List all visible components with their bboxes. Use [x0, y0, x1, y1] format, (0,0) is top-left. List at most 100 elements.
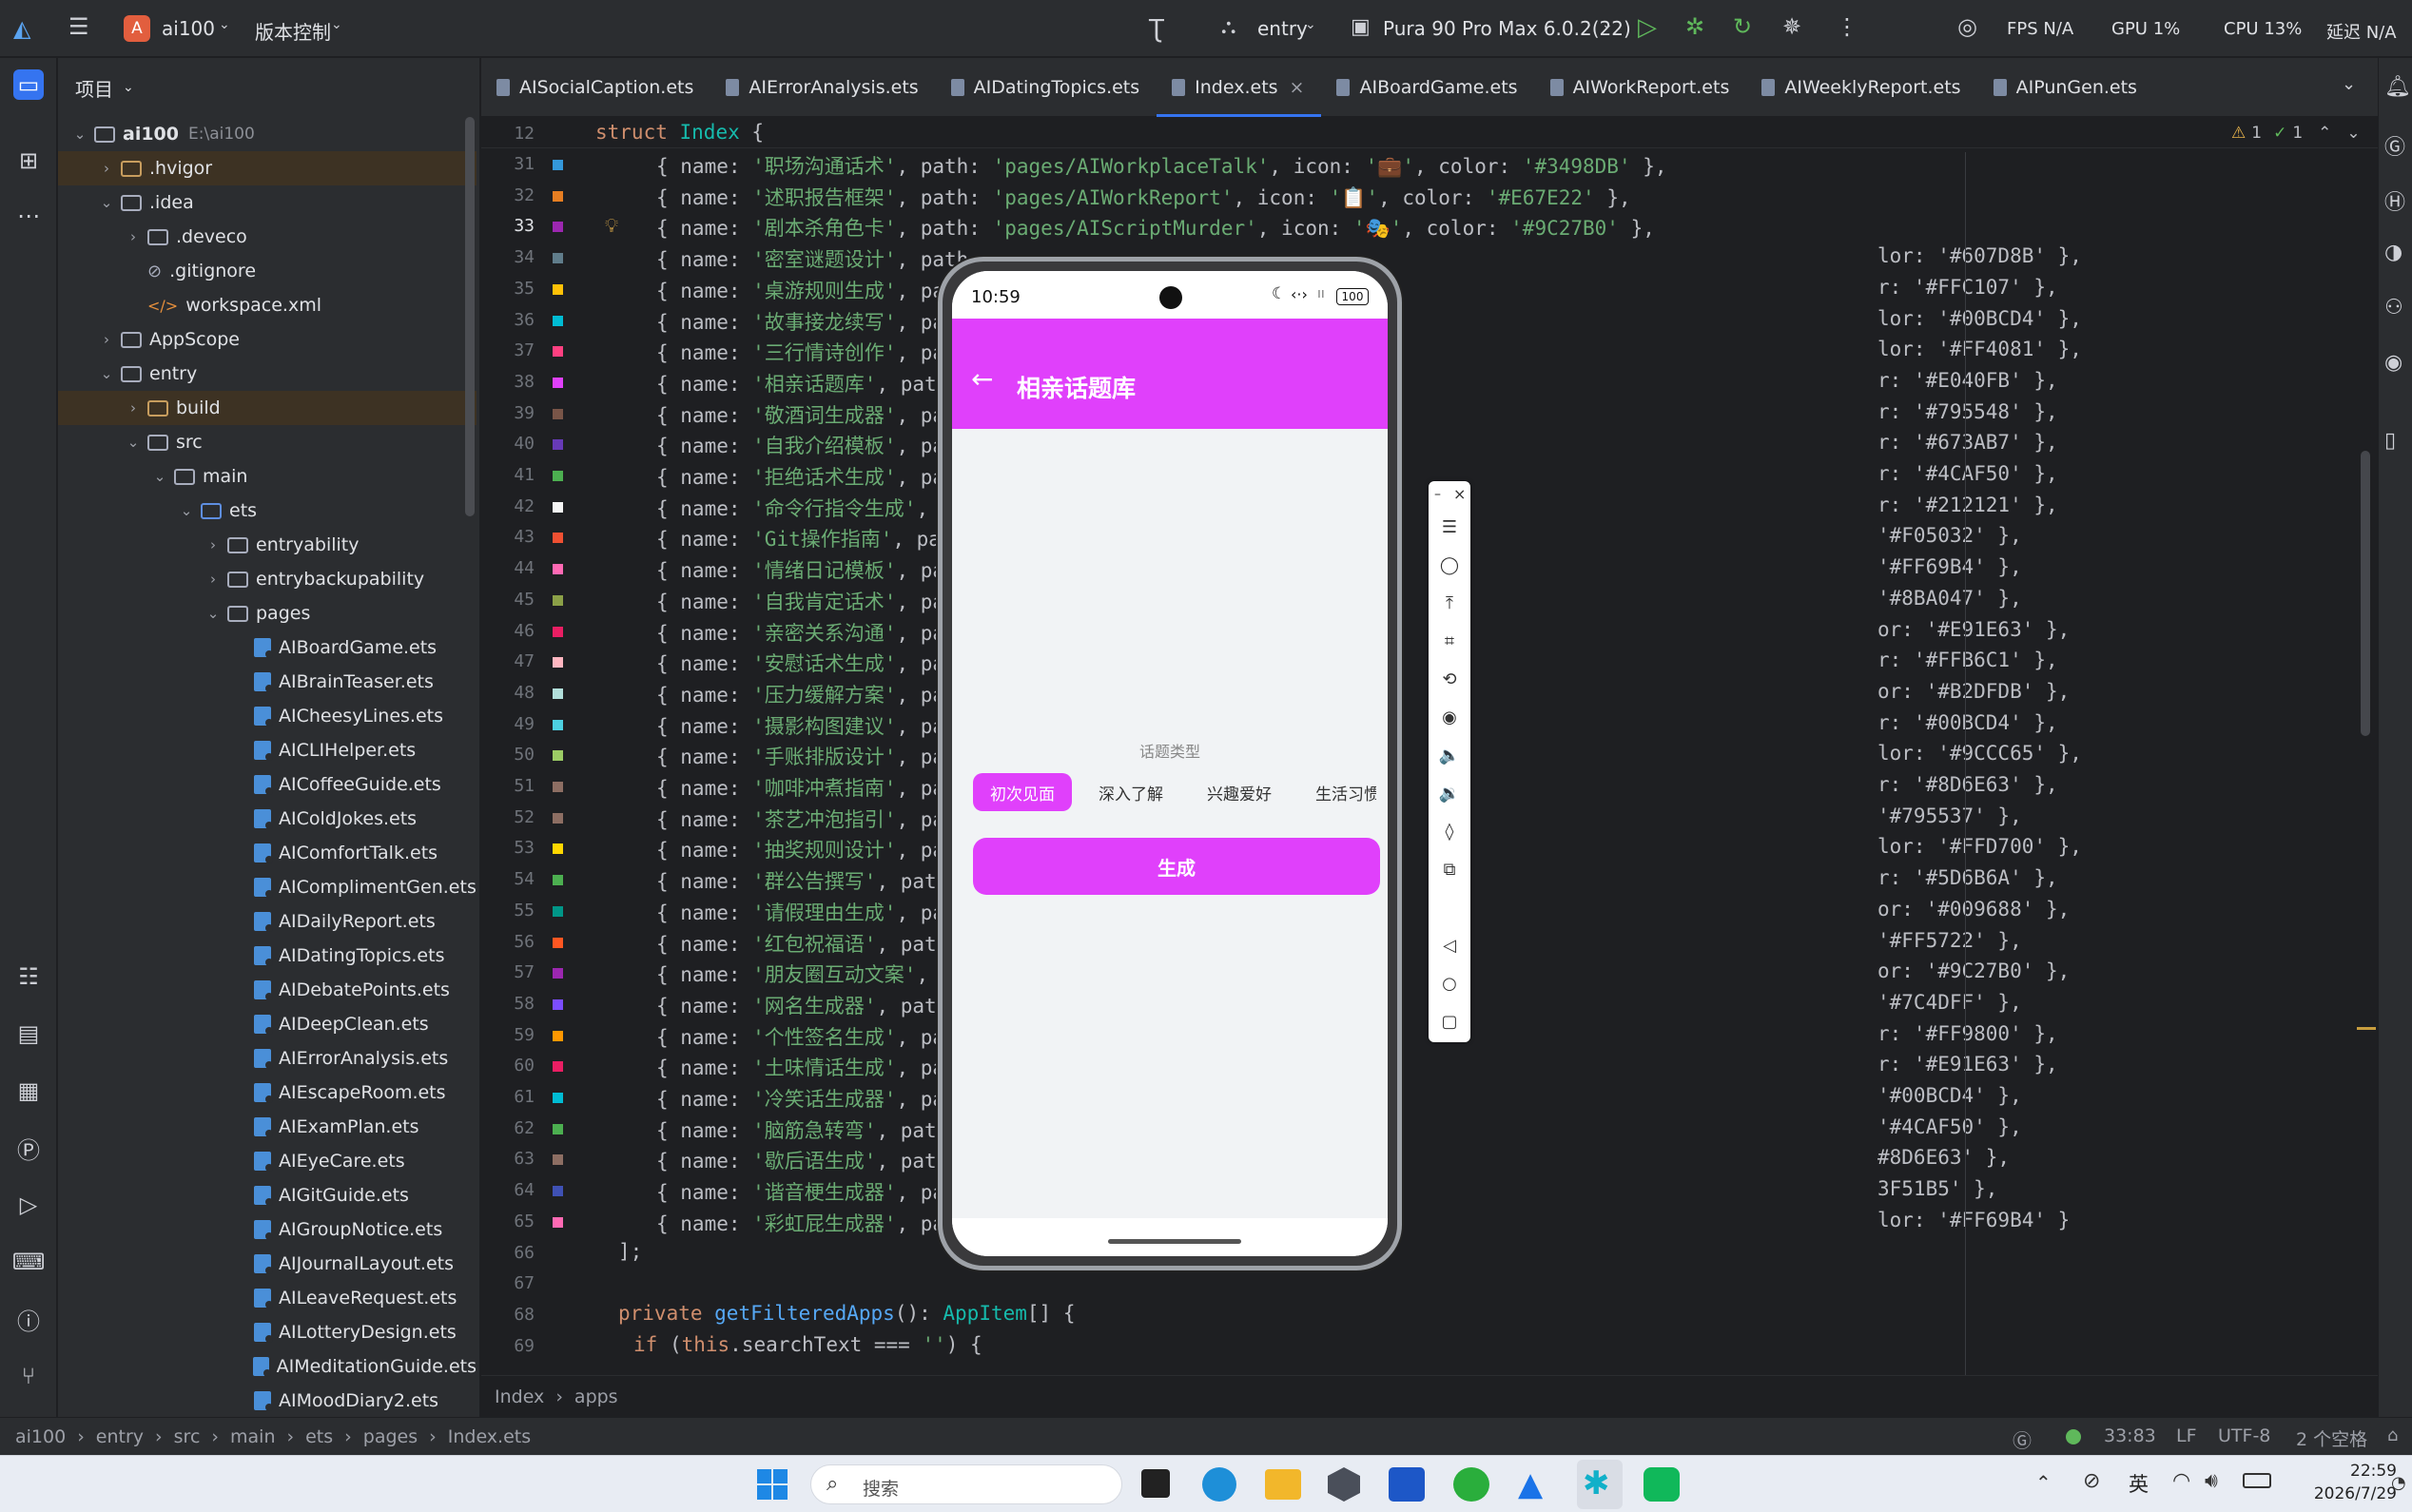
taskbar-search-box[interactable]: ⌕ 搜索 [810, 1464, 1122, 1504]
wifi-icon[interactable]: ◠ [2172, 1469, 2190, 1493]
color-swatch[interactable] [552, 1122, 564, 1135]
windows-start-icon[interactable] [757, 1469, 788, 1500]
tree-item[interactable]: › .hvigor [58, 151, 477, 185]
more-tools-icon[interactable]: ⋯ [13, 201, 44, 231]
tree-item[interactable]: AIDailyReport.ets [58, 904, 477, 939]
menu-icon[interactable]: ☰ [1429, 508, 1470, 546]
breadcrumb-struct[interactable]: Index [495, 1386, 544, 1407]
attach-debugger-icon[interactable]: ✵ [1782, 13, 1801, 40]
tree-item[interactable]: AILeaveRequest.ets [58, 1281, 477, 1315]
color-swatch[interactable] [552, 407, 564, 420]
color-swatch[interactable] [552, 1215, 564, 1229]
minimize-icon[interactable]: – [1434, 487, 1441, 502]
fold-icon[interactable]: ◊ [1429, 812, 1470, 850]
run-icon[interactable]: ▷ [1638, 13, 1657, 42]
preview-icon[interactable]: ◉ [2384, 351, 2402, 375]
volume-down-icon[interactable]: 🔉 [1429, 774, 1470, 812]
editor-tab[interactable]: AIPunGen.ets [1978, 58, 2154, 117]
file-encoding[interactable]: UTF-8 [2218, 1425, 2270, 1446]
project-scrollbar[interactable] [465, 117, 475, 516]
apply-changes-icon[interactable]: ↻ [1733, 13, 1752, 40]
editor-tab[interactable]: Index.ets × [1157, 58, 1322, 117]
chevron-down-icon[interactable]: ⌄ [98, 194, 115, 211]
tree-item[interactable]: ⌄ entry [58, 357, 477, 391]
color-swatch[interactable] [552, 718, 564, 731]
tree-item[interactable]: › build [58, 391, 477, 425]
color-swatch[interactable] [552, 749, 564, 763]
tree-item[interactable]: AIEscapeRoom.ets [58, 1076, 477, 1110]
chevron-down-icon[interactable]: ⌄ [204, 605, 222, 622]
terminal-tool-icon[interactable]: ⌨ [12, 1247, 46, 1277]
bluetooth-off-icon[interactable]: ⊘ [2083, 1469, 2100, 1493]
app-blue-icon[interactable] [1389, 1467, 1425, 1502]
chevron-right-icon[interactable]: › [125, 399, 142, 417]
volume-up-icon[interactable]: 🔈 [1429, 736, 1470, 774]
tree-item[interactable]: AIMoodDiary2.ets [58, 1384, 477, 1417]
edge-icon[interactable] [1202, 1467, 1236, 1502]
color-swatch[interactable] [552, 438, 564, 452]
color-swatch[interactable] [552, 687, 564, 700]
breadcrumb-field[interactable]: apps [574, 1386, 618, 1407]
tree-item[interactable]: AICoffeeGuide.ets [58, 767, 477, 802]
color-swatch[interactable] [552, 936, 564, 949]
tree-item[interactable]: AILotteryDesign.ets [58, 1315, 477, 1349]
color-swatch[interactable] [552, 1092, 564, 1104]
chevron-right-icon[interactable]: › [98, 331, 115, 348]
gradle-icon[interactable]: Ⓖ [2384, 130, 2405, 161]
tree-item[interactable]: AIMeditationGuide.ets [58, 1349, 477, 1384]
chevron-down-icon[interactable]: ⌄ [2346, 124, 2360, 143]
tree-item[interactable]: </> workspace.xml [58, 288, 477, 322]
color-swatch[interactable] [552, 874, 564, 887]
project-tool-icon[interactable]: ▭ [13, 69, 44, 100]
color-swatch[interactable] [552, 314, 564, 327]
editor-tab[interactable]: AIWorkReport.ets [1535, 58, 1747, 117]
tree-item[interactable]: ⌄ src [58, 425, 477, 459]
location-icon[interactable]: ◉ [1429, 698, 1470, 736]
color-swatch[interactable] [552, 345, 564, 359]
indent-setting[interactable]: 2 个空格 [2296, 1425, 2367, 1451]
color-swatch[interactable] [552, 282, 564, 296]
profiler-tool-icon[interactable]: Ⓟ [13, 1133, 44, 1164]
color-swatch[interactable] [552, 904, 564, 918]
tree-item[interactable]: AIDatingTopics.ets [58, 939, 477, 973]
tree-item[interactable]: AIDeepClean.ets [58, 1007, 477, 1041]
topic-chip[interactable]: 深入了解 [1081, 773, 1180, 811]
tree-item[interactable]: AIComplimentGen.ets [58, 870, 477, 904]
editor-tab[interactable]: AIWeeklyReport.ets [1746, 58, 1977, 117]
tree-item[interactable]: AIErrorAnalysis.ets [58, 1041, 477, 1076]
tray-time[interactable]: 22:59 [2292, 1462, 2397, 1481]
tree-item[interactable]: ⌄ pages [58, 596, 477, 630]
volume-icon[interactable]: 🔊︎ [2205, 1469, 2218, 1493]
tree-item[interactable]: AIBoardGame.ets [58, 630, 477, 665]
copilot-icon[interactable]: Ⓖ [2013, 1425, 2032, 1453]
hvigor-icon[interactable]: Ⓗ [2384, 185, 2405, 216]
problems-tool-icon[interactable]: ⓘ [13, 1304, 44, 1335]
chevron-down-icon[interactable]: ⌄ [151, 468, 168, 485]
editor-tab[interactable]: AIDatingTopics.ets [936, 58, 1157, 117]
app-hex-icon[interactable] [1328, 1467, 1360, 1502]
chevron-down-icon[interactable]: ⌄ [98, 365, 115, 382]
chevron-down-icon[interactable]: ⌄ [178, 502, 195, 519]
tree-item[interactable]: AIComfortTalk.ets [58, 836, 477, 870]
notification-bell-icon[interactable]: ◔ [2391, 1473, 2406, 1493]
color-swatch[interactable] [552, 843, 564, 856]
services-tool-icon[interactable]: ▷ [13, 1190, 44, 1220]
project-panel-title[interactable]: 项目 [75, 74, 113, 102]
tree-item[interactable]: AIColdJokes.ets [58, 802, 477, 836]
tree-item[interactable]: › AppScope [58, 322, 477, 357]
tree-item[interactable]: ⊘ .gitignore [58, 254, 477, 288]
color-swatch[interactable] [552, 1185, 564, 1198]
chevron-right-icon[interactable]: › [98, 160, 115, 177]
tree-item[interactable]: AIGroupNotice.ets [58, 1212, 477, 1247]
tree-item[interactable]: AIExamPlan.ets [58, 1110, 477, 1144]
inspection-widget[interactable]: ⚠ 1 ✓ 1 ⌃ ⌄ [2231, 124, 2361, 143]
color-swatch[interactable] [552, 376, 564, 389]
structure-tool-icon[interactable]: ⊞ [13, 145, 44, 176]
color-swatch[interactable] [552, 252, 564, 265]
editor-tab[interactable]: AIErrorAnalysis.ets [710, 58, 935, 117]
tree-item[interactable]: AICheesyLines.ets [58, 699, 477, 733]
path-segment[interactable]: ets [305, 1426, 333, 1447]
color-swatch[interactable] [552, 967, 564, 980]
path-segment[interactable]: entry [96, 1426, 144, 1447]
wechat-icon[interactable] [1453, 1467, 1489, 1502]
